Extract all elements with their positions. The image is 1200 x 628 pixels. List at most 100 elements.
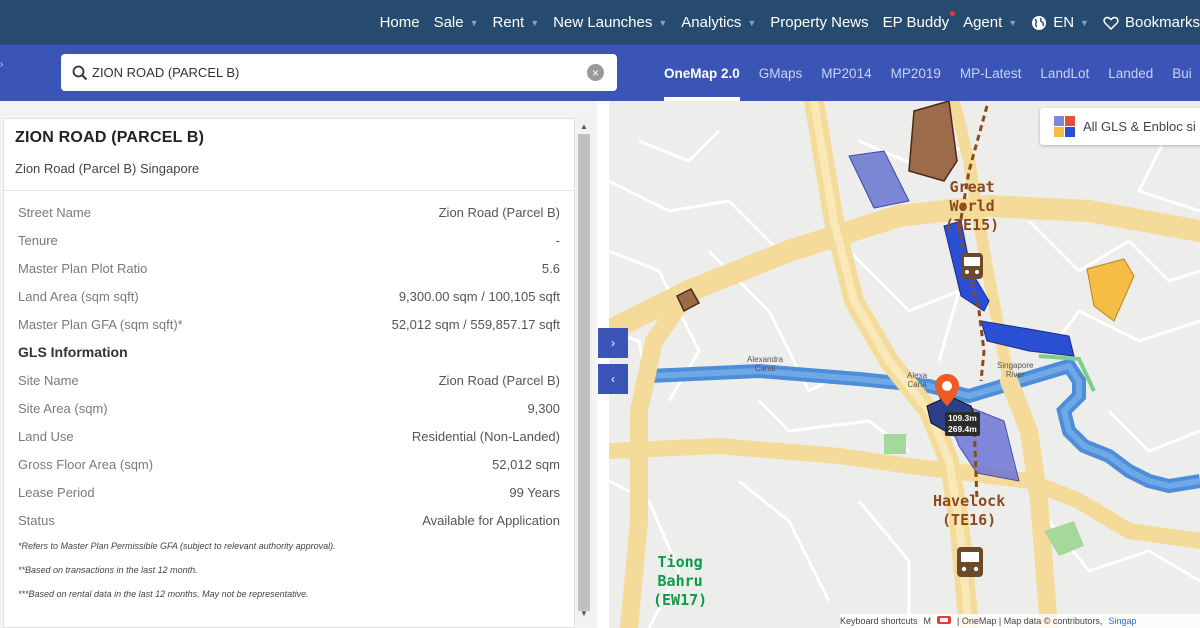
nav-property-news-label: Property News <box>770 14 869 31</box>
gls-label: Gross Floor Area (sqm) <box>18 456 154 472</box>
nav-language-label: EN <box>1053 14 1075 31</box>
gls-value: Residential (Non-Landed) <box>411 428 560 444</box>
tab-landlot[interactable]: LandLot <box>1040 45 1089 101</box>
gls-label: Site Name <box>18 372 79 388</box>
nav-bookmarks[interactable]: Bookmarks <box>1103 14 1200 31</box>
notification-dot <box>950 11 956 16</box>
nav-new-launches-label: New Launches <box>553 14 653 31</box>
tab-buildings[interactable]: Bui <box>1172 45 1192 101</box>
tab-mp2014[interactable]: MP2014 <box>821 45 871 101</box>
footnote: ***Based on rental data in the last 12 m… <box>18 589 309 599</box>
map-graphics <box>609 101 1200 628</box>
detail-value: - <box>555 232 560 248</box>
detail-label: Master Plan GFA (sqm sqft)* <box>18 316 183 332</box>
expand-panel-button[interactable]: › <box>598 328 628 358</box>
nav-analytics[interactable]: Analytics ▼ <box>681 14 756 31</box>
river-label: Singapore River <box>997 361 1034 379</box>
measurement-length: 269.4m <box>948 424 977 434</box>
nav-home-label: Home <box>379 14 420 31</box>
panel-scrollbar[interactable]: ▲ ▼ <box>576 118 592 621</box>
map-layer-tabs: OneMap 2.0 GMaps MP2014 MP2019 MP-Latest… <box>664 45 1200 101</box>
map-toolbar: › × OneMap 2.0 GMaps MP2014 MP2019 MP-La… <box>0 45 1200 101</box>
gls-enbloc-legend-button[interactable]: All GLS & Enbloc si <box>1040 108 1200 145</box>
property-subtitle: Zion Road (Parcel B) Singapore <box>15 161 200 176</box>
footnote: *Refers to Master Plan Permissible GFA (… <box>18 541 336 551</box>
tab-landed[interactable]: Landed <box>1108 45 1153 101</box>
gls-label: Lease Period <box>18 484 95 500</box>
gls-section-title: GLS Information <box>18 344 128 360</box>
enbloc-plot-yellow <box>1086 258 1135 322</box>
globe-icon <box>1032 15 1047 30</box>
gls-row: Land Use Residential (Non-Landed) <box>18 422 560 450</box>
property-info-card: ZION ROAD (PARCEL B) Zion Road (Parcel B… <box>3 118 575 628</box>
attribution-link[interactable]: Singap <box>1108 616 1136 626</box>
gls-plot <box>980 320 1075 357</box>
canal-label: Alexa Cana <box>907 371 928 389</box>
nav-agent[interactable]: Agent ▼ <box>963 14 1017 31</box>
nav-property-news[interactable]: Property News <box>770 14 868 31</box>
detail-row: Land Area (sqm sqft) 9,300.00 sqm / 100,1… <box>18 282 560 310</box>
detail-label: Land Area (sqm sqft) <box>18 288 139 304</box>
nav-rent-label: Rent <box>492 14 525 31</box>
train-icon <box>957 547 983 577</box>
detail-row: Tenure - <box>18 226 560 254</box>
major-roads <box>609 101 1200 628</box>
gls-row: Lease Period 99 Years <box>18 478 560 506</box>
measurement-width: 109.3m <box>948 413 977 423</box>
detail-row: Street Name Zion Road (Parcel B) <box>18 198 560 226</box>
scroll-up-icon[interactable]: ▲ <box>576 118 592 134</box>
collapse-marker-icon: › <box>0 59 4 70</box>
station-label-great-world: Great World (TE15) <box>945 178 1000 234</box>
map-canvas[interactable]: Great World (TE15) Havelock (TE16) Tiong Bah… <box>609 101 1200 628</box>
nav-home[interactable]: Home <box>380 14 420 31</box>
tab-gmaps[interactable]: GMaps <box>759 45 803 101</box>
attribution-text: | OneMap | Map data © contributors, <box>957 616 1103 626</box>
nav-sale[interactable]: Sale ▼ <box>434 14 479 31</box>
nav-ep-buddy-label: EP Buddy <box>882 14 950 31</box>
detail-label: Master Plan Plot Ratio <box>18 260 148 276</box>
attribution-m: M <box>923 616 932 626</box>
tab-mp2019[interactable]: MP2019 <box>891 45 941 101</box>
collapse-panel-button[interactable]: ‹ <box>598 364 628 394</box>
heart-icon <box>1103 16 1119 30</box>
property-details: Street Name Zion Road (Parcel B) Tenure - … <box>4 191 574 606</box>
search-input[interactable] <box>92 65 562 80</box>
gls-legend-icon <box>1054 115 1076 138</box>
nav-bookmarks-label: Bookmarks <box>1124 14 1200 31</box>
clear-search-icon[interactable]: × <box>587 64 604 81</box>
detail-row: Master Plan Plot Ratio 5.6 <box>18 254 560 282</box>
detail-value: 52,012 sqm / 559,857.17 sqft <box>391 316 560 332</box>
detail-value: 5.6 <box>541 260 560 276</box>
train-icon <box>961 253 983 279</box>
scroll-thumb[interactable] <box>578 134 590 611</box>
measurement-label: 109.3m 269.4m <box>945 412 980 436</box>
top-navigation: Home Sale ▼ Rent ▼ New Launches ▼ Analytics… <box>0 0 1200 45</box>
property-title: ZION ROAD (PARCEL B) <box>15 129 205 146</box>
gls-row: Gross Floor Area (sqm) 52,012 sqm <box>18 450 560 478</box>
tab-onemap[interactable]: OneMap 2.0 <box>664 45 740 101</box>
gls-value: 99 Years <box>509 484 560 500</box>
nav-language[interactable]: EN ▼ <box>1031 14 1089 31</box>
property-info-panel: ZION ROAD (PARCEL B) Zion Road (Parcel B… <box>0 101 597 628</box>
onemap-logo-icon <box>937 615 952 627</box>
chevron-down-icon: ▼ <box>469 17 479 28</box>
nav-agent-label: Agent <box>963 14 1003 31</box>
nav-ep-buddy[interactable]: EP Buddy <box>882 11 956 31</box>
enbloc-plot-brown <box>908 101 958 182</box>
gls-row: Site Area (sqm) 9,300 <box>18 394 560 422</box>
scroll-down-icon[interactable]: ▼ <box>576 605 592 621</box>
map-attribution: Keyboard shortcuts M | OneMap | Map data… <box>840 614 1200 628</box>
footnote: **Based on transactions in the last 12 m… <box>18 565 198 575</box>
chevron-down-icon: ▼ <box>530 17 540 28</box>
gls-label: Site Area (sqm) <box>18 400 108 416</box>
nav-new-launches[interactable]: New Launches ▼ <box>553 14 667 31</box>
tab-mp-latest[interactable]: MP-Latest <box>960 45 1022 101</box>
nav-rent[interactable]: Rent ▼ <box>493 14 540 31</box>
legend-label: All GLS & Enbloc si <box>1083 119 1196 134</box>
detail-label: Tenure <box>18 232 58 248</box>
gls-row: Site Name Zion Road (Parcel B) <box>18 366 560 394</box>
keyboard-shortcuts-link[interactable]: Keyboard shortcuts <box>840 616 918 626</box>
nav-analytics-label: Analytics <box>681 14 742 31</box>
park-area <box>884 434 906 454</box>
nav-sale-label: Sale <box>433 14 464 31</box>
